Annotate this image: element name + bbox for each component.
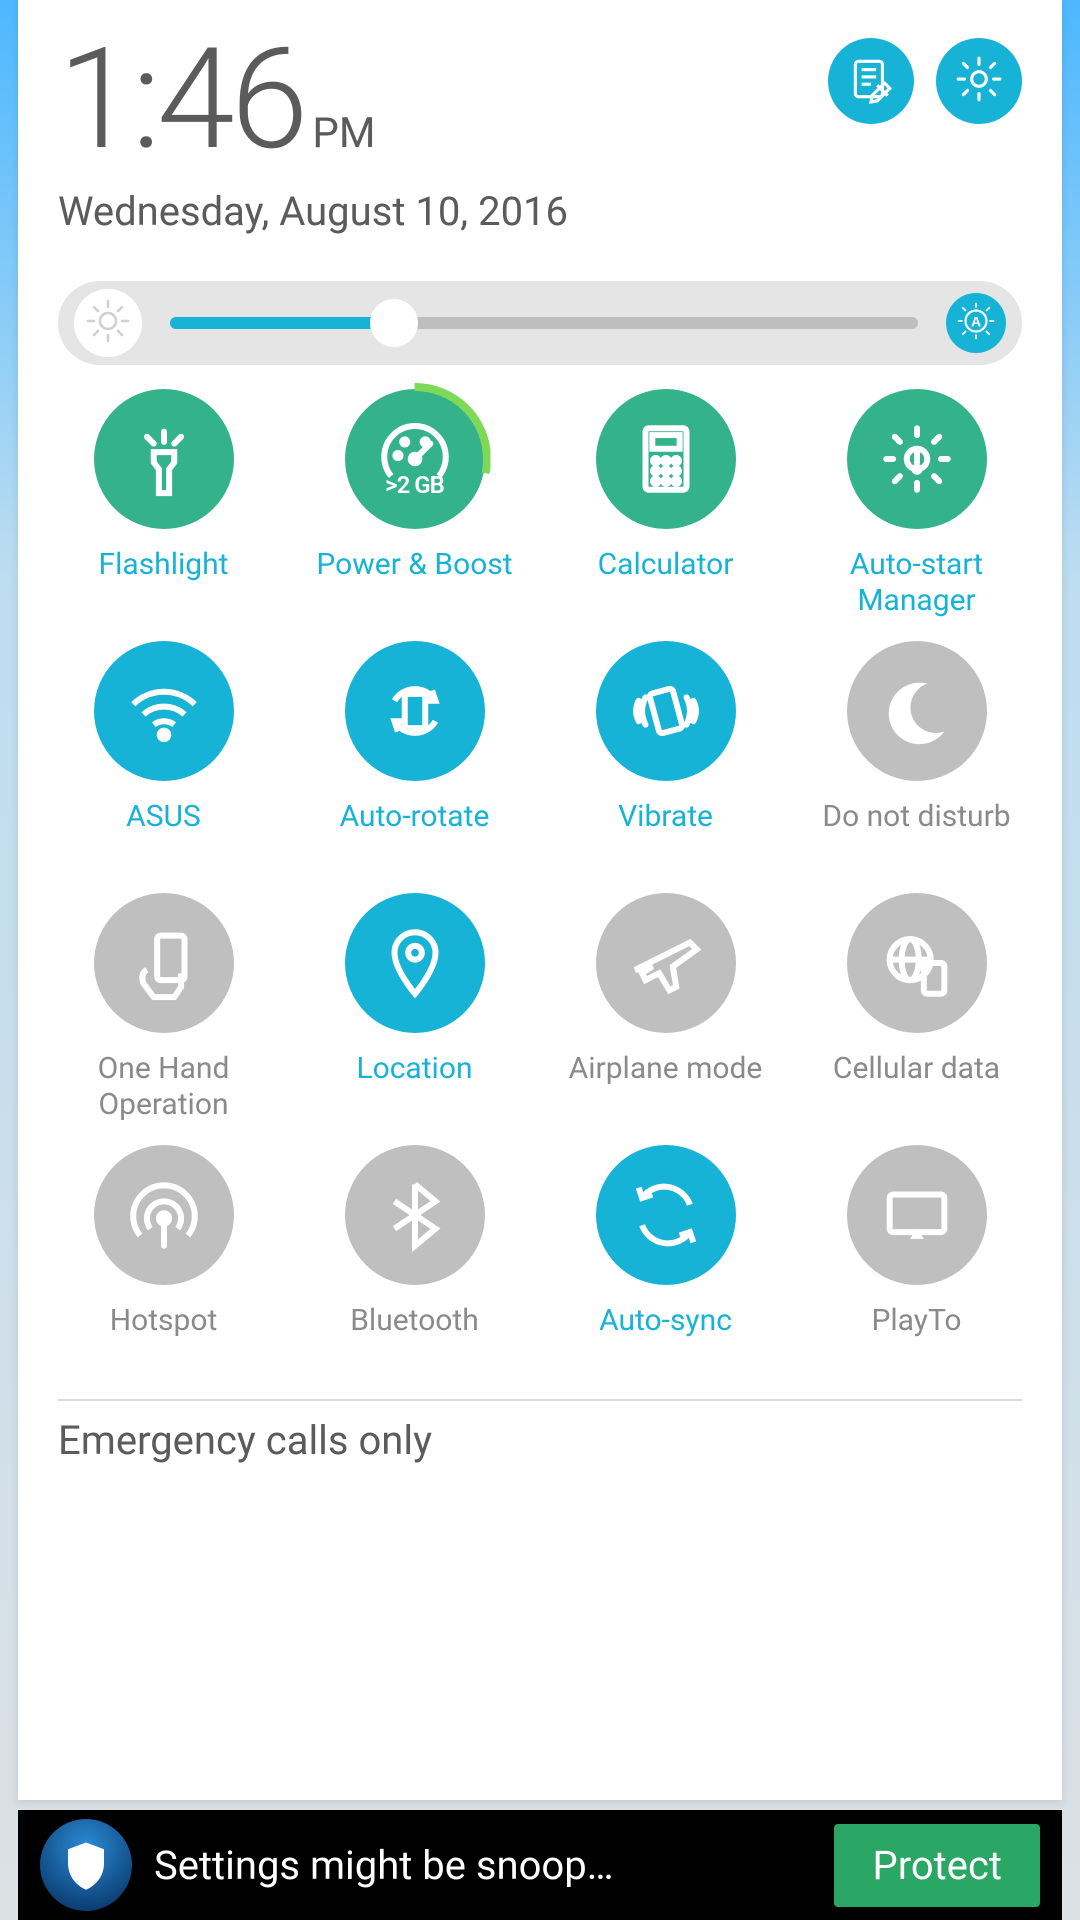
toggle-label: Do not disturb [822, 799, 1010, 871]
toggle-hotspot[interactable]: Hotspot [38, 1145, 289, 1375]
toggle-bluetooth[interactable]: Bluetooth [289, 1145, 540, 1375]
sync-icon [596, 1145, 736, 1285]
toggle-label: Auto-sync [599, 1303, 732, 1375]
rotate-icon [345, 641, 485, 781]
brightness-min-button[interactable] [74, 289, 142, 357]
toggle-cellular[interactable]: Cellular data [791, 893, 1042, 1123]
toggle-dnd[interactable]: Do not disturb [791, 641, 1042, 871]
toggle-calculator[interactable]: Calculator [540, 389, 791, 619]
toggle-autostart[interactable]: Auto-start Manager [791, 389, 1042, 619]
hotspot-icon [94, 1145, 234, 1285]
toggle-location[interactable]: Location [289, 893, 540, 1123]
toggle-airplane[interactable]: Airplane mode [540, 893, 791, 1123]
toggle-vibrate[interactable]: Vibrate [540, 641, 791, 871]
sun-icon [84, 297, 132, 349]
clock[interactable]: 1:46 PM Wednesday, August 10, 2016 [58, 30, 828, 235]
boost-free-memory: >2 GB [385, 471, 444, 499]
notification-card[interactable]: Settings might be snoop… Protect [18, 1810, 1062, 1920]
moon-icon [847, 641, 987, 781]
calculator-icon [596, 389, 736, 529]
flashlight-icon [94, 389, 234, 529]
time-meridiem: PM [312, 109, 375, 158]
status-line: Emergency calls only [18, 1401, 1062, 1486]
gear-icon [954, 54, 1004, 108]
toggle-label: Bluetooth [350, 1303, 479, 1375]
header: 1:46 PM Wednesday, August 10, 2016 [18, 0, 1062, 245]
shield-icon [40, 1819, 132, 1911]
toggle-label: Vibrate [618, 799, 713, 871]
toggle-flashlight[interactable]: Flashlight [38, 389, 289, 619]
boost-icon: >2 GB [345, 389, 485, 529]
edit-icon [846, 54, 896, 108]
svg-text:A: A [971, 313, 981, 329]
bluetooth-icon [345, 1145, 485, 1285]
toggle-label: Calculator [598, 547, 734, 619]
gear-warn-icon [847, 389, 987, 529]
settings-button[interactable] [936, 38, 1022, 124]
toggle-label: Power & Boost [316, 547, 512, 619]
toggle-playto[interactable]: PlayTo [791, 1145, 1042, 1375]
brightness-control: A [58, 281, 1022, 365]
toggle-label: ASUS [126, 799, 201, 871]
toggle-wifi[interactable]: ASUS [38, 641, 289, 871]
brightness-slider[interactable] [170, 317, 918, 329]
pin-icon [345, 893, 485, 1033]
toggle-label: Auto-start Manager [850, 547, 983, 619]
edit-toggles-button[interactable] [828, 38, 914, 124]
toggles-grid: Flashlight >2 GB Power & Boost Calculator Au… [18, 365, 1062, 1389]
time-value: 1:46 [58, 30, 304, 170]
toggle-label: Hotspot [110, 1303, 218, 1375]
globe-device-icon [847, 893, 987, 1033]
wifi-icon [94, 641, 234, 781]
date-value: Wednesday, August 10, 2016 [58, 188, 828, 235]
toggle-label: Cellular data [833, 1051, 1000, 1123]
airplane-icon [596, 893, 736, 1033]
toggle-label: PlayTo [871, 1303, 961, 1375]
toggle-label: Location [356, 1051, 472, 1123]
onehand-icon [94, 893, 234, 1033]
brightness-thumb[interactable] [370, 299, 418, 347]
notification-title: Settings might be snoop… [154, 1842, 812, 1889]
quick-settings-panel: 1:46 PM Wednesday, August 10, 2016 [18, 0, 1062, 1800]
toggle-powerboost[interactable]: >2 GB Power & Boost [289, 389, 540, 619]
toggle-label: Flashlight [99, 547, 229, 619]
toggle-label: Auto-rotate [340, 799, 490, 871]
protect-button[interactable]: Protect [834, 1824, 1040, 1907]
brightness-fill [170, 317, 394, 329]
auto-brightness-button[interactable]: A [946, 293, 1006, 353]
toggle-autorotate[interactable]: Auto-rotate [289, 641, 540, 871]
toggle-autosync[interactable]: Auto-sync [540, 1145, 791, 1375]
toggle-label: Airplane mode [569, 1051, 763, 1123]
cast-icon [847, 1145, 987, 1285]
toggle-label: One Hand Operation [98, 1051, 230, 1123]
auto-brightness-icon: A [955, 300, 997, 346]
toggle-onehand[interactable]: One Hand Operation [38, 893, 289, 1123]
vibrate-icon [596, 641, 736, 781]
